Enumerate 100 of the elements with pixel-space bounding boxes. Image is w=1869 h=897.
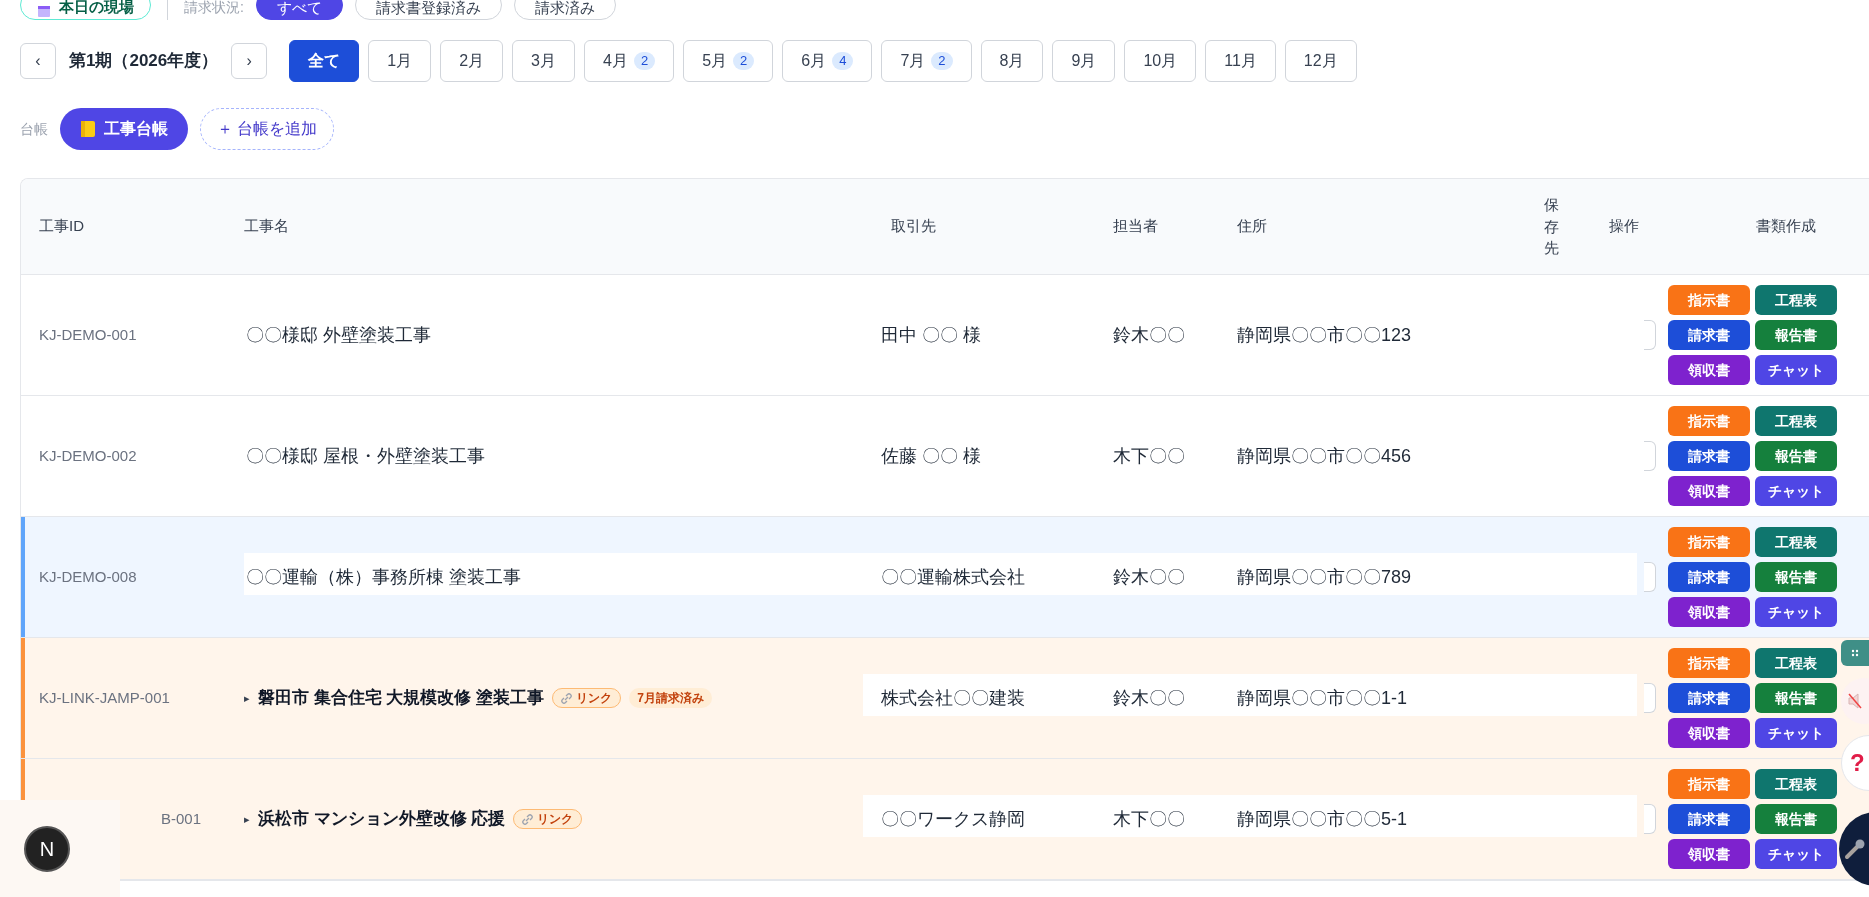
table-cell-text: 浜松市 マンション外壁改修 応援 (258, 808, 506, 831)
billing-filter-chip[interactable]: 請求書登録済み (354, 0, 502, 20)
billing-filter-chip[interactable]: すべて (255, 0, 343, 20)
document-button[interactable]: 工程表 (1755, 527, 1837, 557)
action-field[interactable] (1644, 804, 1656, 834)
document-button[interactable]: 工程表 (1755, 285, 1837, 315)
ledger-label: 台帳 (20, 119, 48, 139)
table-cell: 木下〇〇 (1113, 808, 1185, 829)
ledger-tab[interactable]: 工事台帳 (60, 108, 188, 150)
month-tab[interactable]: 9月 (1052, 40, 1116, 82)
column-header: 書類作成 (1756, 216, 1816, 237)
document-button[interactable]: チャット (1755, 839, 1837, 869)
month-tab[interactable]: 5月 2 (683, 40, 774, 82)
column-header: 工事ID (39, 216, 84, 237)
table-cell: 静岡県〇〇市〇〇123 (1237, 324, 1412, 345)
count-badge: 4 (832, 52, 854, 70)
document-button[interactable]: 領収書 (1668, 718, 1750, 748)
table-cell: 田中 〇〇 様 (881, 324, 981, 345)
table-cell-text: 〇〇様邸 屋根・外壁塗装工事 (245, 444, 485, 468)
month-tab[interactable]: 10月 (1124, 40, 1197, 82)
month-tab[interactable]: 2月 (440, 40, 504, 82)
table-cell-text: 〇〇様邸 外壁塗装工事 (245, 323, 431, 347)
table-cell: B-001 (161, 810, 202, 827)
drag-handle[interactable] (1841, 640, 1869, 666)
month-tab[interactable]: 1月 (368, 40, 432, 82)
document-button[interactable]: 報告書 (1755, 441, 1837, 471)
table-row[interactable]: KJ-DEMO-008 〇〇運輸（株）事務所棟 塗装工事 〇〇運輸株式会社 鈴木〇〇 静岡県〇〇市〇〇789 指示書 工程表 請求書 報告書 領収書 チャット (21, 517, 1869, 638)
document-button[interactable]: 領収書 (1668, 355, 1750, 385)
count-badge: 2 (733, 52, 755, 70)
action-field[interactable] (1644, 683, 1656, 713)
document-button[interactable]: 報告書 (1755, 562, 1837, 592)
table-cell: 鈴木〇〇 (1113, 687, 1185, 708)
month-tab[interactable]: 3月 (512, 40, 575, 82)
table-cell: 木下〇〇 (1113, 445, 1185, 466)
month-tab[interactable]: 8月 (980, 40, 1044, 82)
document-button[interactable]: 工程表 (1755, 648, 1837, 678)
document-button[interactable]: 領収書 (1668, 476, 1750, 506)
link-icon (561, 692, 573, 704)
document-button[interactable]: 報告書 (1755, 683, 1837, 713)
link-icon (522, 813, 534, 825)
dev-badge[interactable]: N (24, 825, 70, 872)
document-button[interactable]: 工程表 (1755, 769, 1837, 799)
column-header: 取引先 (891, 216, 936, 237)
expand-caret[interactable]: ▸ (244, 810, 250, 828)
table-cell: 〇〇ワークス静岡 (881, 808, 1025, 829)
action-field[interactable] (1644, 441, 1656, 471)
column-header: 操作 (1608, 216, 1639, 237)
month-tab[interactable]: 11月 (1205, 40, 1276, 82)
microphone-icon (1844, 838, 1866, 860)
column-header: 工事名 (244, 216, 289, 237)
table-cell: 鈴木〇〇 (1113, 566, 1185, 587)
link-badge: リンク (513, 809, 583, 829)
table-cell-text: 〇〇運輸（株）事務所棟 塗装工事 (245, 565, 521, 589)
count-badge: 2 (633, 52, 656, 70)
table-cell: KJ-DEMO-008 (39, 568, 137, 585)
billing-status-label: 請求状況: (184, 0, 244, 17)
link-badge: リンク (552, 688, 622, 708)
action-field[interactable] (1644, 320, 1656, 350)
document-button[interactable]: 請求書 (1668, 320, 1750, 350)
table-cell: 鈴木〇〇 (1113, 324, 1185, 345)
document-button[interactable]: チャット (1755, 476, 1837, 506)
table-cell: 静岡県〇〇市〇〇5-1 (1237, 808, 1407, 829)
previous-period-button[interactable]: ‹ (20, 43, 56, 79)
table-cell: KJ-DEMO-002 (39, 447, 137, 464)
document-button[interactable]: チャット (1755, 718, 1837, 748)
period-label: 第1期（2026年度） (68, 50, 220, 73)
action-field[interactable] (1644, 562, 1656, 592)
document-button[interactable]: 請求書 (1668, 441, 1750, 471)
document-button[interactable]: 領収書 (1668, 839, 1750, 869)
document-button[interactable]: 請求書 (1668, 683, 1750, 713)
month-tab[interactable]: 7月 2 (881, 40, 972, 82)
calendar-icon (37, 4, 51, 18)
column-header: 住所 (1237, 216, 1267, 237)
column-header: 保存先 (1543, 194, 1559, 259)
billing-badge: 7月請求済み (629, 688, 712, 708)
table-cell: 株式会社〇〇建装 (881, 687, 1025, 708)
document-button[interactable]: チャット (1755, 355, 1837, 385)
document-button[interactable]: 報告書 (1755, 320, 1837, 350)
table-cell: 静岡県〇〇市〇〇456 (1237, 445, 1412, 466)
document-button[interactable]: チャット (1755, 597, 1837, 627)
column-header: 担当者 (1113, 216, 1158, 237)
grip-icon (1851, 649, 1859, 657)
table-cell: 静岡県〇〇市〇〇1-1 (1237, 687, 1407, 708)
document-button[interactable]: 請求書 (1668, 562, 1750, 592)
billing-filter-chip[interactable]: 請求済み (513, 0, 616, 20)
document-button[interactable]: 報告書 (1755, 804, 1837, 834)
document-button[interactable]: 請求書 (1668, 804, 1750, 834)
month-tab[interactable]: 全て (289, 40, 360, 82)
document-button[interactable]: 領収書 (1668, 597, 1750, 627)
table-cell-text: 磐田市 集合住宅 大規模改修 塗装工事 (258, 687, 545, 710)
document-button[interactable]: 工程表 (1755, 406, 1837, 436)
muted-speaker-icon (1848, 693, 1862, 709)
month-tab[interactable]: 4月 2 (584, 40, 675, 82)
expand-caret[interactable]: ▸ (244, 689, 250, 707)
table-cell: KJ-DEMO-001 (39, 326, 137, 343)
table-cell: KJ-LINK-JAMP-001 (39, 689, 170, 706)
month-tab[interactable]: 12月 (1284, 40, 1357, 82)
month-tab[interactable]: 6月 4 (782, 40, 873, 82)
table-cell: 静岡県〇〇市〇〇789 (1237, 566, 1412, 587)
next-period-button[interactable]: › (231, 43, 268, 79)
